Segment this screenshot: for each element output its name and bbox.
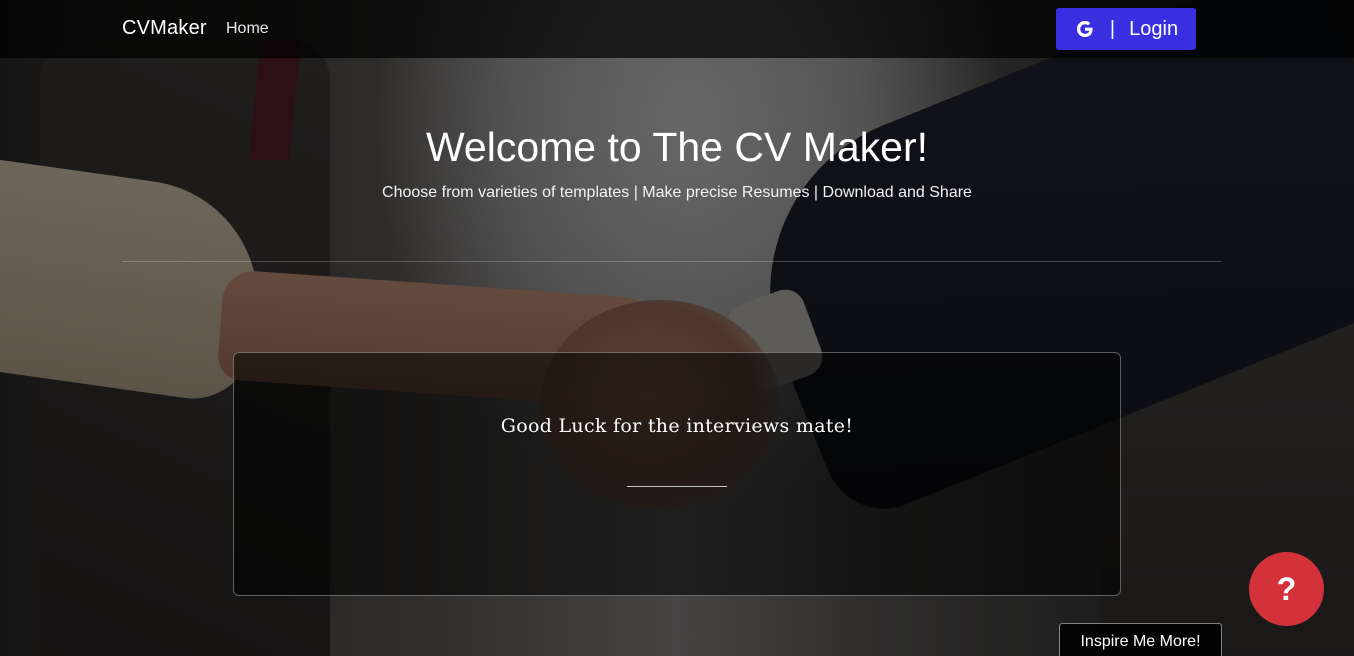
google-login-button[interactable]: | Login [1056,8,1196,50]
google-icon [1074,18,1096,40]
quote-underline [627,486,727,487]
quote-card: Good Luck for the interviews mate! [233,352,1121,596]
hero-subtitle: Choose from varieties of templates | Mak… [382,184,972,201]
hero-divider [122,261,1222,262]
inspire-me-button[interactable]: Inspire Me More! [1059,623,1222,656]
help-button[interactable]: ? [1249,552,1324,626]
hero-title: Welcome to The CV Maker! [425,124,929,170]
login-separator: | [1109,17,1116,40]
brand-logo[interactable]: CVMaker [122,17,207,40]
top-navbar: CVMaker Home | Login [0,0,1354,58]
login-label: Login [1129,17,1179,40]
nav-home-link[interactable]: Home [226,20,269,38]
quote-text: Good Luck for the interviews mate! [500,415,854,437]
